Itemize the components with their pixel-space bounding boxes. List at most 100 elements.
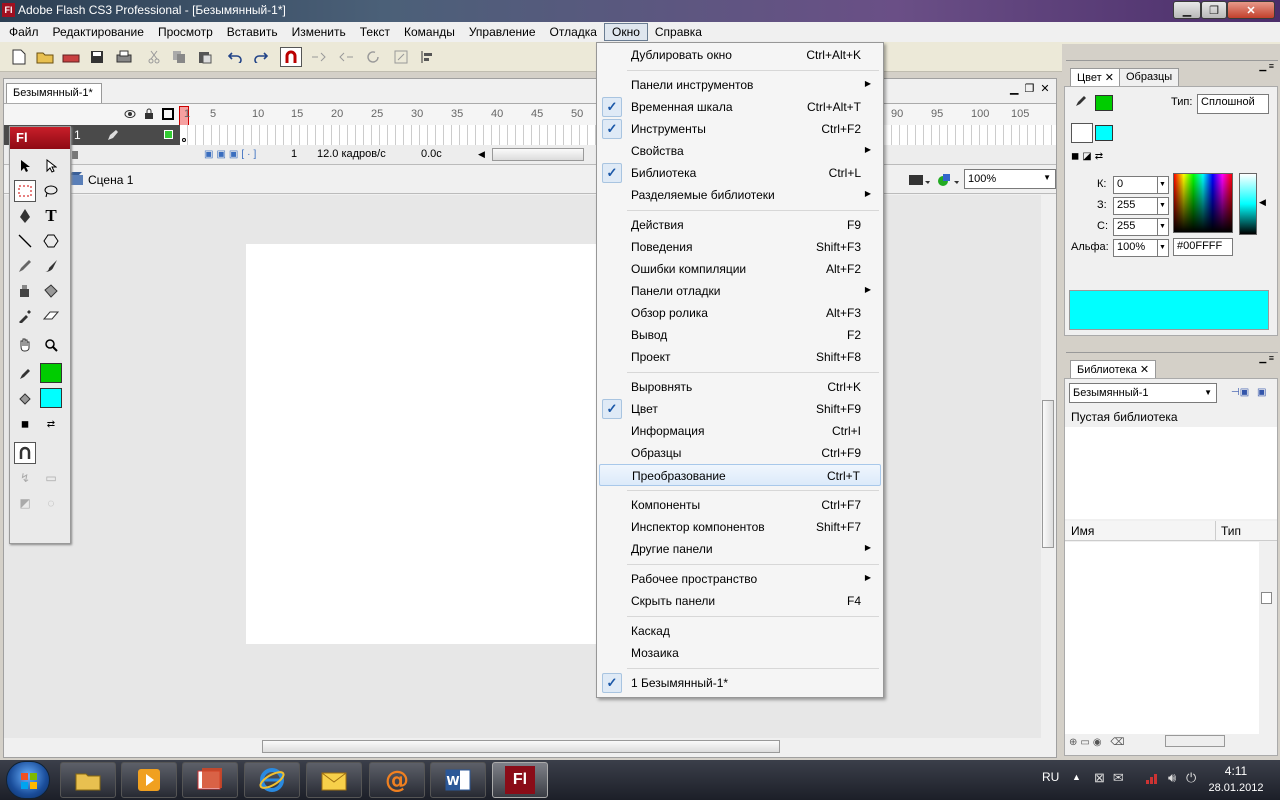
- library-hscroll-thumb[interactable]: [1165, 735, 1225, 747]
- network-icon[interactable]: [1145, 771, 1161, 785]
- snap-magnet-icon[interactable]: [280, 47, 302, 67]
- smooth-icon[interactable]: [308, 47, 330, 67]
- eraser-tool-icon[interactable]: [40, 305, 62, 327]
- horizontal-scrollbar[interactable]: [4, 738, 1056, 756]
- menu-item-info[interactable]: Информация Ctrl+I: [599, 420, 881, 442]
- menu-text[interactable]: Текст: [353, 23, 397, 41]
- start-button[interactable]: [6, 761, 50, 799]
- menu-control[interactable]: Управление: [462, 23, 543, 41]
- powerpoint-taskbar-icon[interactable]: [182, 762, 238, 798]
- menu-item-transform[interactable]: Преобразование Ctrl+T: [599, 464, 881, 486]
- menu-item-movie-explorer[interactable]: Обзор ролика Alt+F3: [599, 302, 881, 324]
- hex-input[interactable]: #00FFFF: [1173, 238, 1233, 256]
- hand-tool-icon[interactable]: [14, 334, 36, 356]
- connect-icon[interactable]: [60, 47, 82, 67]
- menu-item-hide-panels[interactable]: Скрыть панели F4: [599, 590, 881, 612]
- language-indicator[interactable]: RU: [1042, 770, 1059, 784]
- menu-item-duplicate-window[interactable]: Дублировать окно Ctrl+Alt+K: [599, 44, 881, 66]
- library-scroll-thumb[interactable]: [1261, 592, 1272, 604]
- lock-icon[interactable]: [144, 108, 154, 120]
- menu-insert[interactable]: Вставить: [220, 23, 285, 41]
- menu-item-tools[interactable]: ✓ Инструменты Ctrl+F2: [599, 118, 881, 140]
- timeline-scroll-thumb[interactable]: [492, 148, 584, 161]
- scroll-left-arrow[interactable]: ◀: [478, 149, 485, 160]
- clock-time[interactable]: 4:11: [1216, 764, 1256, 778]
- color-mode-icons[interactable]: ◼◪⇄: [1071, 151, 1106, 162]
- ink-bottle-tool-icon[interactable]: [14, 280, 36, 302]
- b-input[interactable]: 255: [1113, 218, 1159, 236]
- timeline-layer-row[interactable]: 1: [4, 125, 1056, 145]
- line-tool-icon[interactable]: [14, 230, 36, 252]
- explorer-taskbar-icon[interactable]: [60, 762, 116, 798]
- edit-scene-icon[interactable]: [908, 171, 930, 187]
- menu-item-cascade[interactable]: Каскад: [599, 620, 881, 642]
- r-spinner[interactable]: ▼: [1157, 176, 1169, 194]
- align-icon[interactable]: [416, 47, 438, 67]
- menu-view[interactable]: Просмотр: [151, 23, 220, 41]
- stage-canvas[interactable]: [246, 244, 606, 644]
- scene-name[interactable]: Сцена 1: [88, 173, 133, 187]
- subselection-tool-icon[interactable]: [40, 155, 62, 177]
- column-type[interactable]: Тип: [1221, 524, 1241, 538]
- selection-tool-icon[interactable]: [14, 155, 36, 177]
- rotate-option-icon[interactable]: ◩: [14, 492, 36, 514]
- menu-item-actions[interactable]: Действия F9: [599, 214, 881, 236]
- menu-item-behaviors[interactable]: Поведения Shift+F3: [599, 236, 881, 258]
- menu-item-properties[interactable]: Свойства ▶: [599, 140, 881, 162]
- keyframe[interactable]: [182, 138, 186, 142]
- eye-icon[interactable]: [124, 109, 136, 119]
- vertical-scrollbar[interactable]: [1041, 195, 1056, 738]
- paste-icon[interactable]: [194, 47, 216, 67]
- menu-item-compiler-errors[interactable]: Ошибки компиляции Alt+F2: [599, 258, 881, 280]
- outline-icon[interactable]: [162, 108, 174, 120]
- text-tool-icon[interactable]: T: [40, 205, 62, 227]
- tab-color[interactable]: Цвет ✕: [1070, 68, 1121, 86]
- menu-item-swatches[interactable]: Образцы Ctrl+F9: [599, 442, 881, 464]
- color-spectrum-picker[interactable]: [1173, 173, 1233, 233]
- copy-icon[interactable]: [168, 47, 190, 67]
- panel-stroke-swatch[interactable]: [1095, 95, 1113, 111]
- edit-symbol-icon[interactable]: [937, 171, 959, 187]
- volume-icon[interactable]: 🔊︎: [1168, 770, 1176, 786]
- library-document-select[interactable]: Безымянный-1 ▼: [1069, 383, 1217, 403]
- pin-library-icon[interactable]: ⊣▣: [1231, 387, 1249, 398]
- open-folder-icon[interactable]: [34, 47, 56, 67]
- paint-bucket-tool-icon[interactable]: [40, 280, 62, 302]
- onion-skin-icons[interactable]: ▣▣▣[·]: [204, 149, 264, 161]
- word-taskbar-icon[interactable]: W: [430, 762, 486, 798]
- menu-item-output[interactable]: Вывод F2: [599, 324, 881, 346]
- menu-modify[interactable]: Изменить: [285, 23, 353, 41]
- snap-to-objects-icon[interactable]: [14, 442, 36, 464]
- maximize-button[interactable]: ❐: [1201, 1, 1227, 19]
- internet-explorer-taskbar-icon[interactable]: [244, 762, 300, 798]
- power-icon[interactable]: ⏻: [1186, 770, 1196, 786]
- horizontal-scroll-thumb[interactable]: [262, 740, 780, 753]
- redo-icon[interactable]: [250, 47, 272, 67]
- pencil-tool-icon[interactable]: [14, 255, 36, 277]
- fill-color-swatch[interactable]: [40, 388, 62, 408]
- menu-item-component-inspector[interactable]: Инспектор компонентов Shift+F7: [599, 516, 881, 538]
- brightness-slider[interactable]: [1239, 173, 1257, 235]
- menu-item-library[interactable]: ✓ Библиотека Ctrl+L: [599, 162, 881, 184]
- menu-item-workspace[interactable]: Рабочее пространство ▶: [599, 568, 881, 590]
- menu-help[interactable]: Справка: [648, 23, 709, 41]
- scale-icon[interactable]: [390, 47, 412, 67]
- menu-item-toolbars[interactable]: Панели инструментов ▶: [599, 74, 881, 96]
- menu-item-shared-libraries[interactable]: Разделяемые библиотеки ▶: [599, 184, 881, 206]
- eyedropper-tool-icon[interactable]: [14, 305, 36, 327]
- new-file-icon[interactable]: [8, 47, 30, 67]
- default-colors-icon[interactable]: ◼: [14, 413, 36, 435]
- free-transform-tool-icon[interactable]: [14, 180, 36, 202]
- fill-bucket-icon[interactable]: [1071, 123, 1093, 143]
- library-bottom-icons[interactable]: ⊕▭◉ ⌫: [1069, 737, 1127, 748]
- menu-item-project[interactable]: Проект Shift+F8: [599, 346, 881, 368]
- minimize-button[interactable]: ▁: [1173, 1, 1201, 19]
- r-input[interactable]: 0: [1113, 176, 1159, 194]
- tab-swatches[interactable]: Образцы: [1119, 68, 1180, 86]
- menu-commands[interactable]: Команды: [397, 23, 462, 41]
- tray-expand-icon[interactable]: ▲: [1072, 772, 1081, 782]
- rotate-icon[interactable]: [362, 47, 384, 67]
- straighten-icon[interactable]: [335, 47, 357, 67]
- menu-item-open-document[interactable]: ✓ 1 Безымянный-1*: [599, 672, 881, 694]
- polystar-tool-icon[interactable]: [40, 230, 62, 252]
